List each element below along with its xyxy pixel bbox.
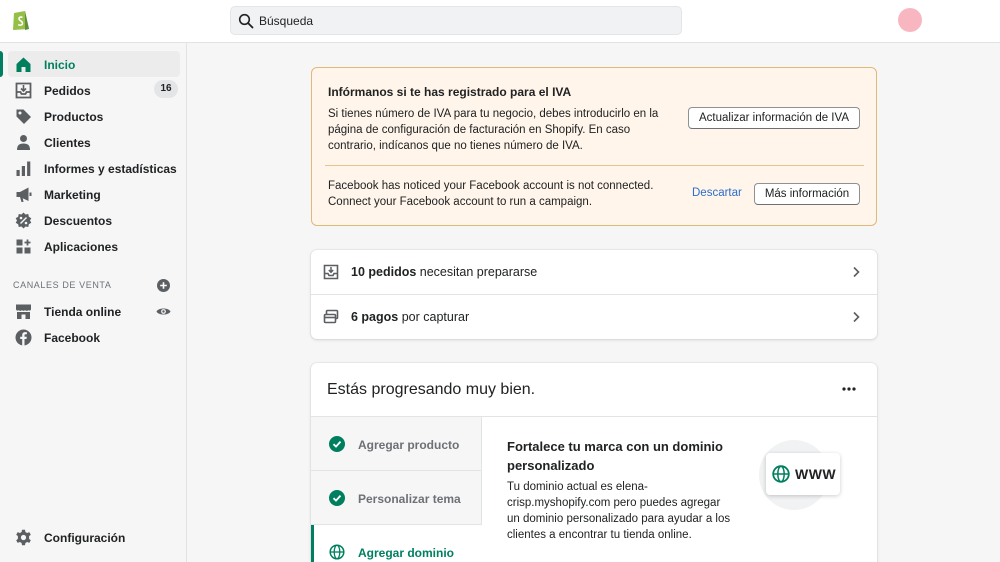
shopify-logo-icon[interactable] xyxy=(11,8,31,32)
pending-tasks-card: 10 pedidos necesitan prepararse 6 pagos … xyxy=(311,250,877,339)
active-highlight xyxy=(8,51,180,77)
sidebar-item-label: Facebook xyxy=(44,331,101,345)
step-customize-theme[interactable]: Personalizar tema xyxy=(311,471,482,525)
update-vat-button[interactable]: Actualizar información de IVA xyxy=(688,107,860,129)
store-icon xyxy=(16,304,31,319)
add-channel-icon[interactable] xyxy=(157,279,170,292)
orders-to-fulfill-text: 10 pedidos necesitan prepararse xyxy=(351,265,538,279)
vat-notice-text: Si tienes número de IVA para tu negocio,… xyxy=(328,108,659,152)
more-info-button[interactable]: Más información xyxy=(754,183,860,205)
person-icon xyxy=(17,135,30,150)
chevron-right-icon xyxy=(853,311,860,323)
discount-icon xyxy=(15,212,32,229)
orders-count-badge: 16 xyxy=(154,80,178,98)
sidebar-item-label: Marketing xyxy=(44,188,101,202)
active-indicator xyxy=(0,51,3,77)
payments-to-capture-text: 6 pagos por capturar xyxy=(351,310,470,324)
step-detail-body: Tu dominio actual es elena-crisp.myshopi… xyxy=(507,481,731,541)
sidebar-item-tienda-online[interactable]: Tienda online xyxy=(0,300,187,324)
sidebar-item-label: Informes y estadísticas xyxy=(44,162,177,176)
home-icon xyxy=(16,57,31,72)
sidebar-item-marketing[interactable]: Marketing xyxy=(0,183,187,207)
apps-icon xyxy=(16,239,31,254)
eye-icon[interactable] xyxy=(156,304,171,319)
step-detail-title: Fortalece tu marca con un dominio person… xyxy=(507,439,723,473)
dismiss-button[interactable]: Descartar xyxy=(692,187,742,199)
banner-title: Infórmanos si te has registrado para el … xyxy=(328,85,572,99)
sidebar-item-pedidos[interactable]: Pedidos 16 xyxy=(0,79,187,103)
vat-notice-banner: Infórmanos si te has registrado para el … xyxy=(311,67,877,226)
orders-icon xyxy=(15,82,32,99)
sidebar-item-label: Tienda online xyxy=(44,305,122,319)
setup-steps-list: Agregar producto Personalizar tema Agreg… xyxy=(311,417,482,562)
megaphone-icon xyxy=(16,187,32,202)
sidebar-item-label: Aplicaciones xyxy=(44,240,119,254)
sales-channels-label: CANALES DE VENTA xyxy=(13,280,112,290)
check-circle-icon xyxy=(329,490,345,506)
payment-icon xyxy=(323,309,339,324)
sidebar-item-informes[interactable]: Informes y estadísticas xyxy=(0,157,187,181)
facebook-icon xyxy=(15,329,32,346)
chevron-right-icon xyxy=(853,266,860,278)
sidebar-item-facebook[interactable]: Facebook xyxy=(0,326,187,350)
check-circle-icon xyxy=(329,436,345,452)
sidebar-item-label: Descuentos xyxy=(44,214,113,228)
orders-icon xyxy=(323,264,339,280)
search-input[interactable]: Búsqueda xyxy=(259,14,313,28)
search-icon xyxy=(238,13,254,29)
sidebar-item-clientes[interactable]: Clientes xyxy=(0,131,187,155)
setup-progress-card: Estás progresando muy bien. Agregar prod… xyxy=(311,363,877,562)
globe-icon xyxy=(329,544,345,560)
sidebar: Inicio Pedidos 16 Productos Clientes Inf… xyxy=(0,43,187,562)
sidebar-item-inicio[interactable]: Inicio xyxy=(0,51,187,77)
top-bar: Búsqueda xyxy=(0,0,1000,43)
step-label: Agregar dominio xyxy=(358,546,455,560)
sidebar-item-label: Inicio xyxy=(44,58,76,72)
step-add-domain[interactable]: Agregar dominio xyxy=(311,525,482,562)
www-label: WWW xyxy=(795,466,837,482)
payments-to-capture-row[interactable]: 6 pagos por capturar xyxy=(311,295,877,339)
banner-divider xyxy=(325,165,864,166)
analytics-icon xyxy=(16,161,31,176)
active-step-indicator xyxy=(311,525,314,562)
sidebar-item-descuentos[interactable]: Descuentos xyxy=(0,209,187,233)
sidebar-item-label: Pedidos xyxy=(44,84,91,98)
more-options-icon[interactable] xyxy=(841,385,857,393)
sidebar-item-productos[interactable]: Productos xyxy=(0,105,187,129)
sidebar-item-label: Configuración xyxy=(44,531,126,545)
step-label: Agregar producto xyxy=(358,438,460,452)
sidebar-item-label: Productos xyxy=(44,110,104,124)
search-bar[interactable]: Búsqueda xyxy=(230,6,682,35)
orders-to-fulfill-row[interactable]: 10 pedidos necesitan prepararse xyxy=(311,250,877,294)
gear-icon xyxy=(16,529,31,546)
progress-heading: Estás progresando muy bien. xyxy=(327,381,536,398)
step-label: Personalizar tema xyxy=(358,492,461,506)
sidebar-item-configuracion[interactable]: Configuración xyxy=(0,526,187,550)
sidebar-item-label: Clientes xyxy=(44,136,91,150)
tag-icon xyxy=(16,109,31,124)
sidebar-item-aplicaciones[interactable]: Aplicaciones xyxy=(0,235,187,259)
facebook-notice-text: Facebook has noticed your Facebook accou… xyxy=(328,180,654,208)
globe-icon xyxy=(772,465,790,483)
domain-illustration: WWW xyxy=(766,453,840,495)
avatar[interactable] xyxy=(898,8,922,32)
step-add-product[interactable]: Agregar producto xyxy=(311,417,482,471)
